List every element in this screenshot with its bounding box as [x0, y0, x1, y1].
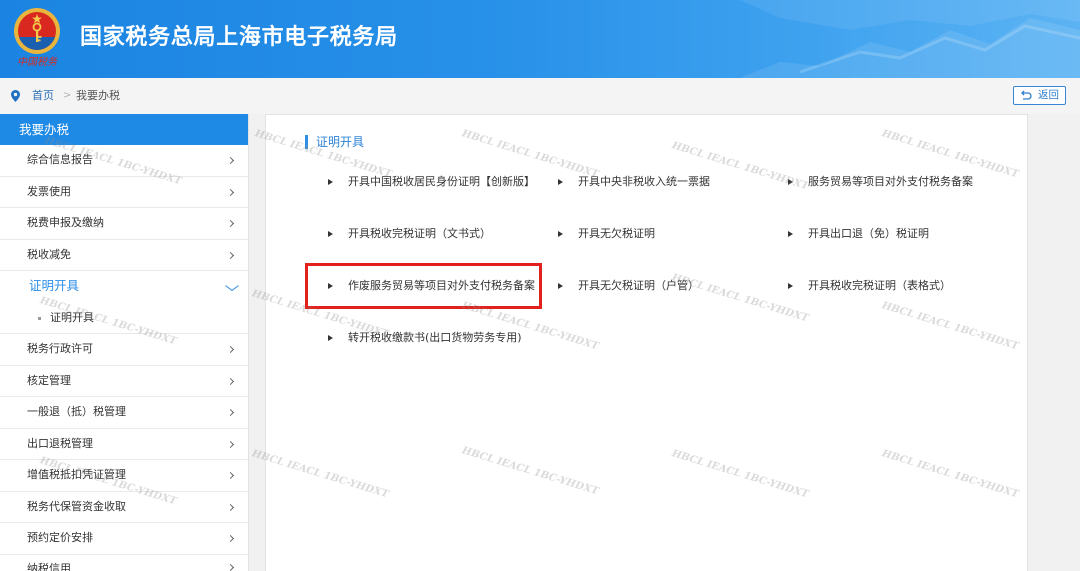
dot-icon — [38, 316, 41, 320]
chevron-right-icon — [226, 408, 235, 417]
sidebar-item-certificate-issuance[interactable]: 证明开具 — [0, 271, 248, 303]
sidebar: 我要办税 综合信息报告 发票使用 税费申报及缴纳 税收减免 证明开具 证明开具 … — [0, 114, 249, 571]
service-link-central-nontax-receipt[interactable]: 开具中央非税收入统一票据 — [558, 172, 710, 192]
chevron-right-icon — [226, 471, 235, 480]
sidebar-item-label: 增值税抵扣凭证管理 — [27, 468, 126, 481]
sidebar-item-label: 税务行政许可 — [27, 342, 93, 355]
chevron-right-icon — [226, 345, 235, 354]
back-button[interactable]: 返回 — [1013, 86, 1066, 105]
triangle-right-icon — [558, 283, 563, 289]
service-link-no-tax-arrears-certificate-household[interactable]: 开具无欠税证明（户管） — [558, 276, 699, 296]
chevron-down-icon — [225, 285, 239, 291]
triangle-right-icon — [558, 231, 563, 237]
sidebar-item-label: 一般退（抵）税管理 — [27, 405, 126, 418]
sidebar-subitem-certificate-issuance[interactable]: 证明开具 — [0, 303, 248, 334]
triangle-right-icon — [788, 179, 793, 185]
sidebar-item-label: 核定管理 — [27, 373, 71, 387]
great-wall-background-art — [740, 0, 1080, 78]
breadcrumb-current: 我要办税 — [76, 89, 120, 102]
chevron-right-icon — [226, 440, 235, 448]
service-label: 开具出口退（免）税证明 — [808, 227, 929, 240]
service-label: 开具无欠税证明（户管） — [578, 279, 699, 292]
chevron-right-icon — [226, 251, 235, 259]
chevron-right-icon — [226, 503, 235, 511]
sidebar-item-tax-admin-license[interactable]: 税务行政许可 — [0, 334, 248, 366]
sidebar-title: 我要办税 — [0, 114, 248, 145]
section-title: 证明开具 — [316, 135, 365, 149]
triangle-right-icon — [328, 179, 333, 185]
triangle-right-icon — [788, 283, 793, 289]
sidebar-item-advance-pricing[interactable]: 预约定价安排 — [0, 523, 248, 555]
sidebar-item-label: 综合信息报告 — [27, 153, 93, 166]
sidebar-item-label: 发票使用 — [27, 184, 71, 198]
service-label: 作废服务贸易等项目对外支付税务备案 — [348, 279, 535, 292]
site-header: 中国税务 国家税务总局上海市电子税务局 — [0, 0, 1080, 78]
sidebar-item-label: 税务代保管资金收取 — [27, 499, 126, 513]
location-pin-icon — [11, 90, 20, 102]
service-link-tax-residency-certificate[interactable]: 开具中国税收居民身份证明【创新版】 — [328, 172, 535, 192]
service-link-export-refund-certificate[interactable]: 开具出口退（免）税证明 — [788, 224, 929, 244]
sidebar-item-general-refund-management[interactable]: 一般退（抵）税管理 — [0, 397, 248, 429]
sidebar-item-label: 出口退税管理 — [27, 436, 93, 450]
service-link-outbound-payment-filing[interactable]: 服务贸易等项目对外支付税务备案 — [788, 172, 973, 192]
sidebar-item-label: 预约定价安排 — [27, 531, 93, 544]
breadcrumb: 首页 > 我要办税 返回 — [0, 78, 1080, 114]
sidebar-item-label: 证明开具 — [29, 278, 80, 293]
return-arrow-icon — [1021, 90, 1032, 100]
logo-caption: 中国税务 — [17, 57, 57, 68]
chevron-right-icon — [226, 188, 235, 196]
service-label: 开具无欠税证明 — [578, 227, 655, 240]
chevron-right-icon — [226, 156, 235, 165]
service-label: 开具中国税收居民身份证明【创新版】 — [348, 175, 535, 188]
service-label: 转开税收缴款书(出口货物劳务专用) — [348, 331, 522, 344]
service-link-reissue-tax-payment-slip[interactable]: 转开税收缴款书(出口货物劳务专用) — [328, 328, 522, 348]
triangle-right-icon — [328, 335, 333, 341]
sidebar-item-export-refund-management[interactable]: 出口退税管理 — [0, 429, 248, 460]
sidebar-item-invoice-use[interactable]: 发票使用 — [0, 177, 248, 208]
service-label: 开具中央非税收入统一票据 — [578, 175, 710, 188]
service-link-no-tax-arrears-certificate[interactable]: 开具无欠税证明 — [558, 224, 655, 244]
service-label: 服务贸易等项目对外支付税务备案 — [808, 175, 973, 188]
tax-emblem-icon — [14, 8, 60, 54]
service-link-cancel-outbound-payment-filing[interactable]: 作废服务贸易等项目对外支付税务备案 — [328, 276, 535, 296]
sidebar-item-label: 纳税信用 — [27, 561, 71, 571]
main-panel: 证明开具 开具中国税收居民身份证明【创新版】 开具中央非税收入统一票据 服务贸易… — [265, 114, 1028, 571]
chevron-right-icon — [226, 219, 235, 228]
section-title-bar — [305, 135, 308, 149]
service-link-tax-payment-certificate-document[interactable]: 开具税收完税证明（文书式） — [328, 224, 491, 244]
sidebar-item-vat-deduction-voucher[interactable]: 增值税抵扣凭证管理 — [0, 460, 248, 492]
service-label: 开具税收完税证明（表格式） — [808, 279, 951, 292]
sidebar-subitem-label: 证明开具 — [50, 310, 94, 324]
triangle-right-icon — [328, 283, 333, 289]
sidebar-item-tax-escrow-funds[interactable]: 税务代保管资金收取 — [0, 492, 248, 523]
triangle-right-icon — [558, 179, 563, 185]
back-button-label: 返回 — [1038, 89, 1059, 101]
sidebar-item-label: 税收减免 — [27, 247, 71, 261]
sidebar-item-comprehensive-info-report[interactable]: 综合信息报告 — [0, 145, 248, 177]
sidebar-item-assessment-management[interactable]: 核定管理 — [0, 366, 248, 397]
breadcrumb-home-link[interactable]: 首页 — [32, 89, 54, 103]
service-link-tax-payment-certificate-table[interactable]: 开具税收完税证明（表格式） — [788, 276, 951, 296]
sidebar-item-tax-relief[interactable]: 税收减免 — [0, 240, 248, 271]
chevron-right-icon — [226, 534, 235, 543]
sidebar-item-tax-filing-payment[interactable]: 税费申报及缴纳 — [0, 208, 248, 240]
breadcrumb-separator: > — [63, 90, 72, 101]
sidebar-item-label: 税费申报及缴纳 — [27, 216, 104, 229]
triangle-right-icon — [328, 231, 333, 237]
site-title: 国家税务总局上海市电子税务局 — [80, 25, 398, 50]
service-label: 开具税收完税证明（文书式） — [348, 227, 491, 240]
triangle-right-icon — [788, 231, 793, 237]
sidebar-item-tax-credit[interactable]: 纳税信用 — [0, 555, 248, 571]
chevron-right-icon — [226, 377, 235, 385]
